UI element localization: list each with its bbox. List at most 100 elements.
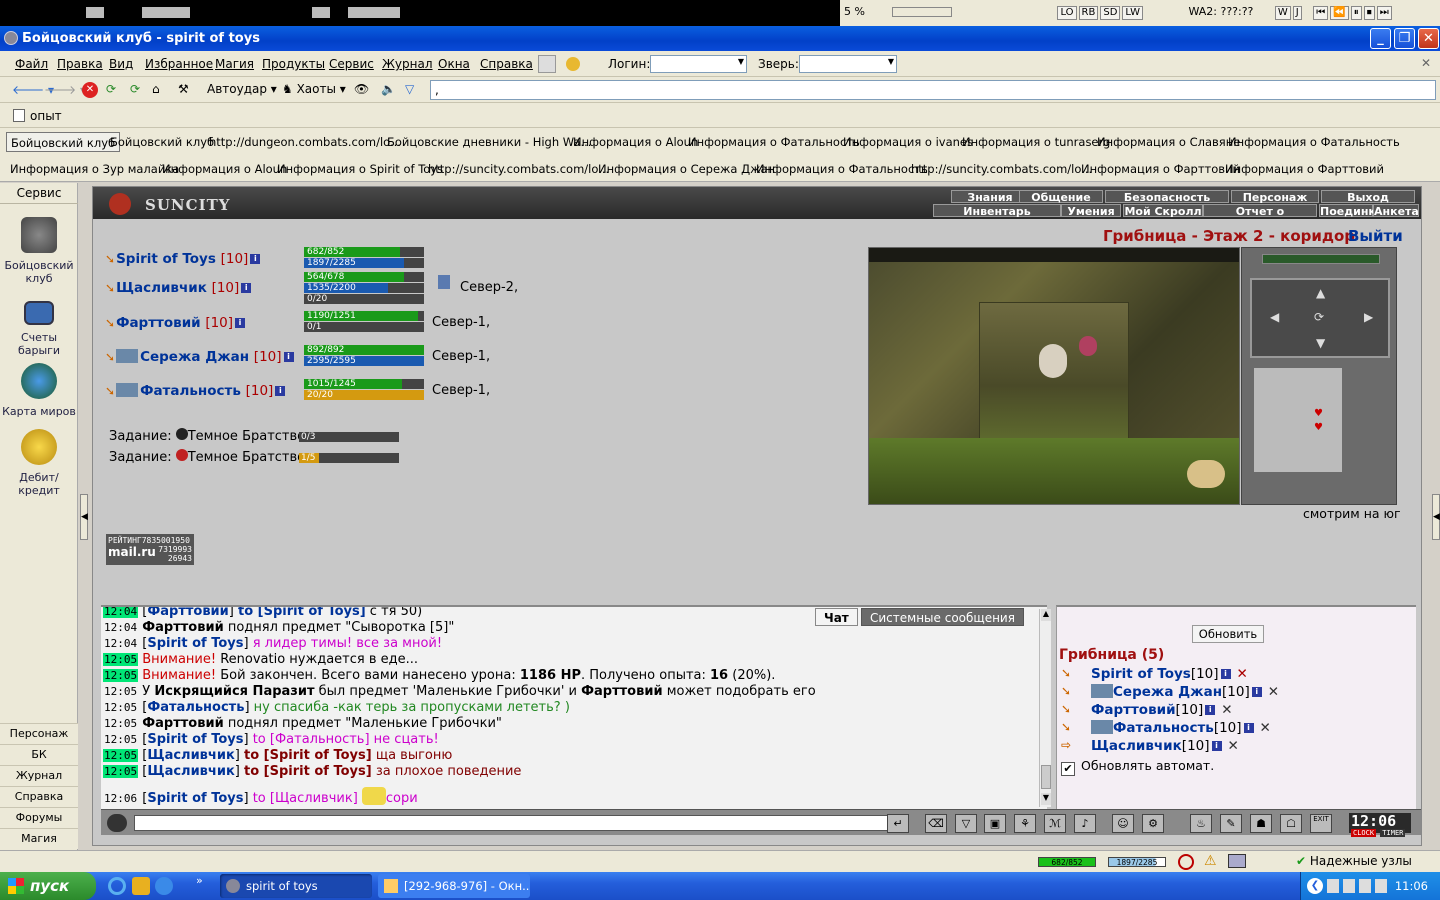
movement-control[interactable]: ▲ ▼ ◀ ▶ ⟳ — [1250, 278, 1390, 358]
taskbar-item-window[interactable]: [292-968-976] - Окн... — [378, 874, 530, 898]
menu-products[interactable]: Продукты — [262, 57, 325, 71]
sidebar-item-accounts[interactable]: Счеты барыги — [0, 301, 78, 357]
rb-button[interactable]: RB — [1078, 6, 1099, 20]
sidebar-btn-journal[interactable]: Журнал — [0, 765, 78, 786]
online-player[interactable]: ➘ Сережа Джан[10] i ✕ — [1061, 684, 1279, 700]
collapse-left-handle[interactable]: ◀ — [80, 494, 88, 540]
chat-time[interactable]: 12:05 — [103, 717, 138, 730]
chat-time[interactable]: 12:05 — [103, 685, 138, 698]
info-icon[interactable]: i — [1205, 705, 1216, 715]
info-icon[interactable]: i — [241, 283, 252, 293]
info-icon[interactable]: i — [1220, 669, 1231, 679]
auto-refresh-checkbox[interactable]: ✔ Обновлять автомат. — [1061, 758, 1214, 776]
sidebar-btn-help[interactable]: Справка — [0, 786, 78, 807]
tray-expand-icon[interactable]: ❮ — [1307, 878, 1323, 894]
nav-profile[interactable]: Анкета — [1373, 204, 1419, 218]
tab[interactable]: Информация о ivanes — [839, 132, 977, 152]
party-member[interactable]: ➘ Фатальность [10] i — [105, 383, 286, 399]
prev-button[interactable]: ⏮ — [1313, 6, 1329, 20]
tab-chat[interactable]: Чат — [815, 608, 858, 626]
taskbar-item-game[interactable]: spirit of toys — [220, 874, 372, 898]
send-icon[interactable]: ↵ — [887, 814, 909, 833]
info-icon[interactable]: i — [283, 352, 294, 362]
menu-file[interactable]: Файл — [15, 57, 48, 71]
monitor-icon[interactable] — [1228, 854, 1246, 868]
sound-toggle-icon[interactable]: ♪ — [1074, 814, 1096, 833]
tab[interactable]: Информация о Славяне — [1093, 132, 1244, 152]
nav-character[interactable]: Персонаж — [1231, 190, 1319, 204]
chat-nick[interactable]: Искрящийся Паразит — [154, 684, 314, 699]
tab[interactable]: Бойцовские дневники - High Wa... — [383, 132, 595, 152]
chat-input[interactable] — [134, 815, 890, 831]
turn-right-icon[interactable]: ▶ — [1364, 310, 1373, 324]
remove-icon[interactable]: ✕ — [1221, 702, 1232, 718]
potion-icon[interactable]: ♨ — [1190, 814, 1212, 833]
online-player[interactable]: ➘ Фатальность[10] i ✕ — [1061, 720, 1271, 736]
tab[interactable]: Бойцовский клуб — [106, 132, 218, 152]
clock-label[interactable]: CLOCK — [1351, 829, 1377, 837]
sd-button[interactable]: SD — [1100, 6, 1121, 20]
online-player[interactable]: ⇨ Щасливчик[10] i ✕ — [1061, 738, 1239, 754]
online-player[interactable]: ➘ Spirit of Toys[10] i ✕ — [1061, 666, 1248, 682]
chat-time[interactable]: 12:04 — [103, 607, 139, 618]
close-button[interactable]: ✕ — [1418, 28, 1439, 49]
chat-time[interactable]: 12:05 — [103, 653, 139, 666]
chat-time[interactable]: 12:05 — [103, 669, 139, 682]
sound-icon[interactable]: 🔈 — [381, 82, 396, 96]
remove-icon[interactable]: ✕ — [1237, 666, 1248, 682]
chat-nick[interactable]: Фатальность — [147, 700, 244, 715]
tab[interactable]: Информация о tunraserg — [958, 132, 1114, 152]
nav-exit[interactable]: Выход — [1321, 190, 1415, 204]
timer-label[interactable]: TIMER — [1380, 829, 1406, 837]
clock-icon[interactable] — [1178, 854, 1194, 870]
autoudar-button[interactable]: Автоудар ▾ — [207, 82, 277, 96]
address-input[interactable]: , — [430, 80, 1436, 100]
nav-scroll[interactable]: Мой Скролл — [1123, 204, 1203, 218]
sidebar-btn-magic[interactable]: Магия — [0, 828, 78, 849]
chat-scrollbar[interactable]: ▲ ▼ — [1039, 609, 1051, 807]
sidebar-item-world-map[interactable]: Карта миров — [0, 363, 78, 418]
smile-icon[interactable] — [566, 57, 580, 71]
next-button[interactable]: ⏭ — [1376, 6, 1392, 20]
menu-favorites[interactable]: Избранное — [145, 57, 213, 71]
tab-system-messages[interactable]: Системные сообщения — [861, 608, 1024, 626]
tab[interactable]: Информация о Aloun — [158, 159, 291, 179]
haoty-button[interactable]: ♞ Хаоты ▾ — [282, 82, 346, 96]
refresh-all-icon[interactable]: ⟳ — [130, 82, 140, 96]
volume-slider[interactable] — [892, 7, 953, 17]
menu-journal[interactable]: Журнал — [382, 57, 433, 71]
clear-icon[interactable]: ⌫ — [925, 814, 947, 833]
sidebar-btn-bk[interactable]: БК — [0, 744, 78, 765]
chat-nick[interactable]: Фарттовий — [142, 620, 223, 635]
home-icon[interactable]: ⌂ — [152, 82, 160, 96]
mini-bar[interactable] — [142, 7, 190, 18]
item-icon[interactable] — [1187, 460, 1225, 488]
chat-time[interactable]: 12:05 — [103, 733, 138, 746]
chat-nick[interactable]: Spirit of Toys — [147, 636, 243, 651]
quicklaunch-icon[interactable] — [132, 877, 150, 895]
menu-view[interactable]: Вид — [109, 57, 133, 71]
party-member[interactable]: ➘Щасливчик [10] i — [105, 280, 252, 296]
task-line[interactable]: Задание: Темное Братство — [109, 449, 305, 465]
remove-icon[interactable]: ✕ — [1268, 684, 1279, 700]
info-icon[interactable]: i — [275, 386, 286, 396]
chat-nick[interactable]: Фарттовий — [142, 716, 223, 731]
nav-inventory[interactable]: Инвентарь — [933, 204, 1061, 218]
info-icon[interactable]: i — [1211, 741, 1222, 751]
rew-button[interactable]: ⏪ — [1330, 6, 1349, 20]
info-icon[interactable]: i — [235, 318, 246, 328]
chat-nick[interactable]: Щасливчик — [147, 748, 234, 763]
sidebar-item-fight-club[interactable]: Бойцовский клуб — [0, 217, 78, 285]
refresh-button[interactable]: Обновить — [1192, 625, 1264, 643]
stop-icon[interactable]: ✕ — [82, 82, 98, 98]
chat-time[interactable]: 12:05 — [103, 749, 139, 762]
forward-icon[interactable]: 🡒 ▾ — [44, 82, 86, 97]
chevron-icon[interactable]: » — [196, 874, 203, 887]
nav-knowledge[interactable]: Знания — [951, 190, 1029, 204]
stop-button[interactable]: ⏹ — [1363, 6, 1375, 20]
menu-windows[interactable]: Окна — [438, 57, 470, 71]
tab[interactable]: http://dungeon.combats.com/lo... — [205, 132, 405, 152]
filter-icon[interactable]: ▽ — [405, 82, 414, 96]
sidebar-btn-forums[interactable]: Форумы — [0, 807, 78, 828]
nav-social[interactable]: Общение — [1019, 190, 1103, 204]
